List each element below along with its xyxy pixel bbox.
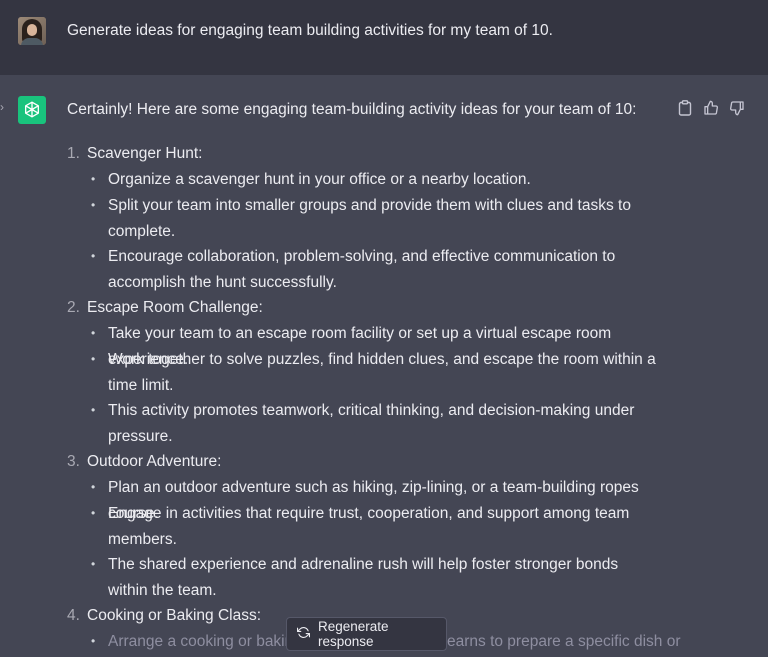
bullet-item: • Organize a scavenger hunt in your offi… bbox=[91, 167, 661, 193]
bullet-item: • Work together to solve puzzles, find h… bbox=[91, 347, 661, 398]
bullet-icon: • bbox=[91, 352, 96, 366]
bullet-item: • Encourage collaboration, problem-solvi… bbox=[91, 244, 661, 295]
list-item-title: Escape Room Challenge: bbox=[87, 299, 263, 316]
openai-logo-icon bbox=[18, 96, 46, 124]
user-message-row: Generate ideas for engaging team buildin… bbox=[0, 0, 768, 75]
list-item: 1. Scavenger Hunt: bbox=[67, 143, 202, 165]
assistant-intro-text: Certainly! Here are some engaging team-b… bbox=[67, 101, 637, 118]
list-item: 2. Escape Room Challenge: bbox=[67, 297, 263, 319]
bullet-text: Engage in activities that require trust,… bbox=[108, 505, 630, 548]
list-number: 3. bbox=[67, 453, 80, 470]
regenerate-label: Regenerate response bbox=[318, 619, 389, 649]
bullet-item: • Engage in activities that require trus… bbox=[91, 501, 661, 552]
bullet-icon: • bbox=[91, 172, 96, 186]
regenerate-response-button[interactable]: Regenerate response bbox=[286, 617, 447, 651]
user-avatar bbox=[18, 17, 46, 45]
bullet-icon: • bbox=[91, 480, 96, 494]
bullet-text: Encourage collaboration, problem-solving… bbox=[108, 248, 616, 291]
list-item: 4. Cooking or Baking Class: bbox=[67, 605, 261, 627]
message-actions bbox=[676, 99, 746, 117]
user-message-text: Generate ideas for engaging team buildin… bbox=[67, 22, 553, 39]
list-item-title: Cooking or Baking Class: bbox=[87, 607, 262, 624]
clipboard-icon[interactable] bbox=[676, 99, 694, 117]
list-number: 2. bbox=[67, 299, 80, 316]
list-number: 4. bbox=[67, 607, 80, 624]
bullet-icon: • bbox=[91, 198, 96, 212]
bullet-text: Work together to solve puzzles, find hid… bbox=[108, 351, 656, 394]
bullet-text: Split your team into smaller groups and … bbox=[108, 197, 631, 240]
bullet-icon: • bbox=[91, 506, 96, 520]
bullet-item: • Split your team into smaller groups an… bbox=[91, 193, 661, 244]
bullet-icon: • bbox=[91, 249, 96, 263]
bullet-item: • This activity promotes teamwork, criti… bbox=[91, 398, 661, 449]
bullet-item: earns to prepare a specific dish or bbox=[447, 629, 681, 655]
bullet-item: • The shared experience and adrenaline r… bbox=[91, 552, 661, 603]
bullet-icon: • bbox=[91, 557, 96, 571]
list-number: 1. bbox=[67, 145, 80, 162]
bullet-text: Organize a scavenger hunt in your office… bbox=[108, 171, 531, 188]
bullet-text-partial-right: earns to prepare a specific dish or bbox=[447, 633, 681, 650]
list-item: 3. Outdoor Adventure: bbox=[67, 451, 221, 473]
bullet-icon: • bbox=[91, 403, 96, 417]
list-item-title: Outdoor Adventure: bbox=[87, 453, 222, 470]
bullet-text: The shared experience and adrenaline rus… bbox=[108, 556, 619, 599]
bullet-text-partial-left: Arrange a cooking or bakin bbox=[108, 633, 294, 650]
bullet-text: This activity promotes teamwork, critica… bbox=[108, 402, 635, 445]
chevron-right-icon[interactable]: › bbox=[0, 100, 4, 114]
bullet-icon: • bbox=[91, 326, 96, 340]
thumbs-down-icon[interactable] bbox=[728, 99, 746, 117]
thumbs-up-icon[interactable] bbox=[702, 99, 720, 117]
bullet-icon: • bbox=[91, 634, 96, 648]
list-item-title: Scavenger Hunt: bbox=[87, 145, 203, 162]
refresh-icon bbox=[297, 626, 310, 642]
